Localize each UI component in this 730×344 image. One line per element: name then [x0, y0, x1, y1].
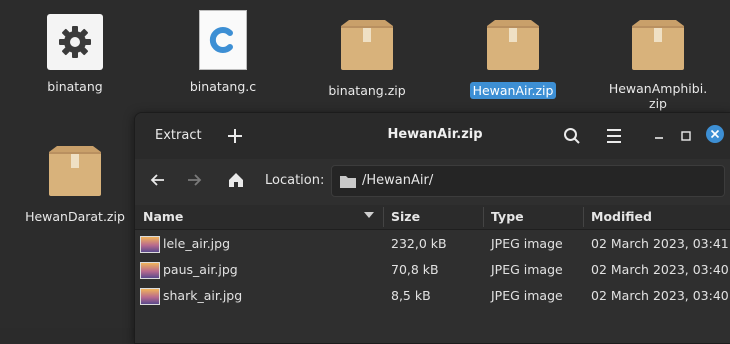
- desktop-item-hewanair-zip[interactable]: HewanAir.zip: [458, 20, 568, 99]
- maximize-icon[interactable]: [679, 123, 693, 149]
- file-type: JPEG image: [491, 262, 563, 277]
- forward-arrow-icon[interactable]: [185, 171, 203, 189]
- desktop-item-hewandarat-zip[interactable]: HewanDarat.zip: [20, 146, 130, 225]
- location-field[interactable]: /HewanAir/: [331, 165, 725, 197]
- extract-button[interactable]: Extract: [155, 123, 202, 149]
- back-arrow-icon[interactable]: [149, 171, 167, 189]
- file-modified: 02 March 2023, 03:40: [591, 262, 729, 277]
- file-row[interactable]: paus_air.jpg 70,8 kB JPEG image 02 March…: [135, 257, 730, 283]
- file-row[interactable]: lele_air.jpg 232,0 kB JPEG image 02 Marc…: [135, 231, 730, 257]
- desktop-item-hewanamphibi-zip[interactable]: HewanAmphibi. zip: [603, 20, 713, 112]
- desktop-item-label: HewanAmphibi. zip: [608, 81, 708, 111]
- folder-icon: [340, 173, 356, 188]
- image-file-icon: [140, 236, 160, 253]
- file-size: 70,8 kB: [391, 262, 439, 277]
- column-modified[interactable]: Modified: [591, 209, 652, 224]
- title-bar[interactable]: Extract HewanAir.zip: [135, 113, 730, 159]
- desktop-item-label: binatang: [47, 79, 103, 94]
- minimize-icon[interactable]: [652, 123, 666, 149]
- search-icon[interactable]: [563, 123, 581, 149]
- close-icon[interactable]: [706, 125, 724, 143]
- image-file-icon: [140, 262, 160, 279]
- plus-icon[interactable]: [227, 123, 243, 149]
- file-name: lele_air.jpg: [163, 236, 231, 251]
- file-type: JPEG image: [491, 288, 563, 303]
- desktop-item-label: HewanDarat.zip: [25, 209, 125, 224]
- file-modified: 02 March 2023, 03:41: [591, 236, 729, 251]
- desktop-item-label: binatang.zip: [328, 83, 406, 98]
- window-title: HewanAir.zip: [387, 127, 483, 142]
- file-row[interactable]: shark_air.jpg 8,5 kB JPEG image 02 March…: [135, 283, 730, 309]
- location-label: Location:: [265, 173, 325, 188]
- file-name: paus_air.jpg: [163, 262, 238, 277]
- desktop-item-binatang-c[interactable]: binatang.c: [168, 10, 278, 95]
- file-size: 8,5 kB: [391, 288, 431, 303]
- desktop-item-binatang-zip[interactable]: binatang.zip: [312, 20, 422, 99]
- desktop-item-label-selected: HewanAir.zip: [469, 82, 557, 99]
- column-size[interactable]: Size: [391, 209, 420, 224]
- location-path: /HewanAir/: [362, 173, 434, 188]
- archive-manager-window: Extract HewanAir.zip Location: /HewanAir…: [134, 112, 730, 344]
- hamburger-menu-icon[interactable]: [605, 123, 623, 149]
- file-modified: 02 March 2023, 03:40: [591, 288, 729, 303]
- column-name[interactable]: Name: [143, 209, 183, 224]
- desktop-item-binatang[interactable]: binatang: [20, 14, 130, 95]
- c-file-icon: [199, 10, 247, 70]
- archive-box-icon: [485, 20, 541, 72]
- archive-box-icon: [339, 20, 395, 72]
- gear-icon: [47, 14, 103, 70]
- column-header: Name Size Type Modified: [135, 205, 730, 230]
- column-type[interactable]: Type: [491, 209, 524, 224]
- file-name: shark_air.jpg: [163, 288, 243, 303]
- image-file-icon: [140, 288, 160, 305]
- archive-box-icon: [47, 146, 103, 198]
- file-size: 232,0 kB: [391, 236, 447, 251]
- home-icon[interactable]: [227, 171, 245, 189]
- sort-descending-icon[interactable]: [363, 208, 375, 223]
- archive-box-icon: [630, 20, 686, 72]
- desktop-item-label: binatang.c: [189, 79, 257, 94]
- file-type: JPEG image: [491, 236, 563, 251]
